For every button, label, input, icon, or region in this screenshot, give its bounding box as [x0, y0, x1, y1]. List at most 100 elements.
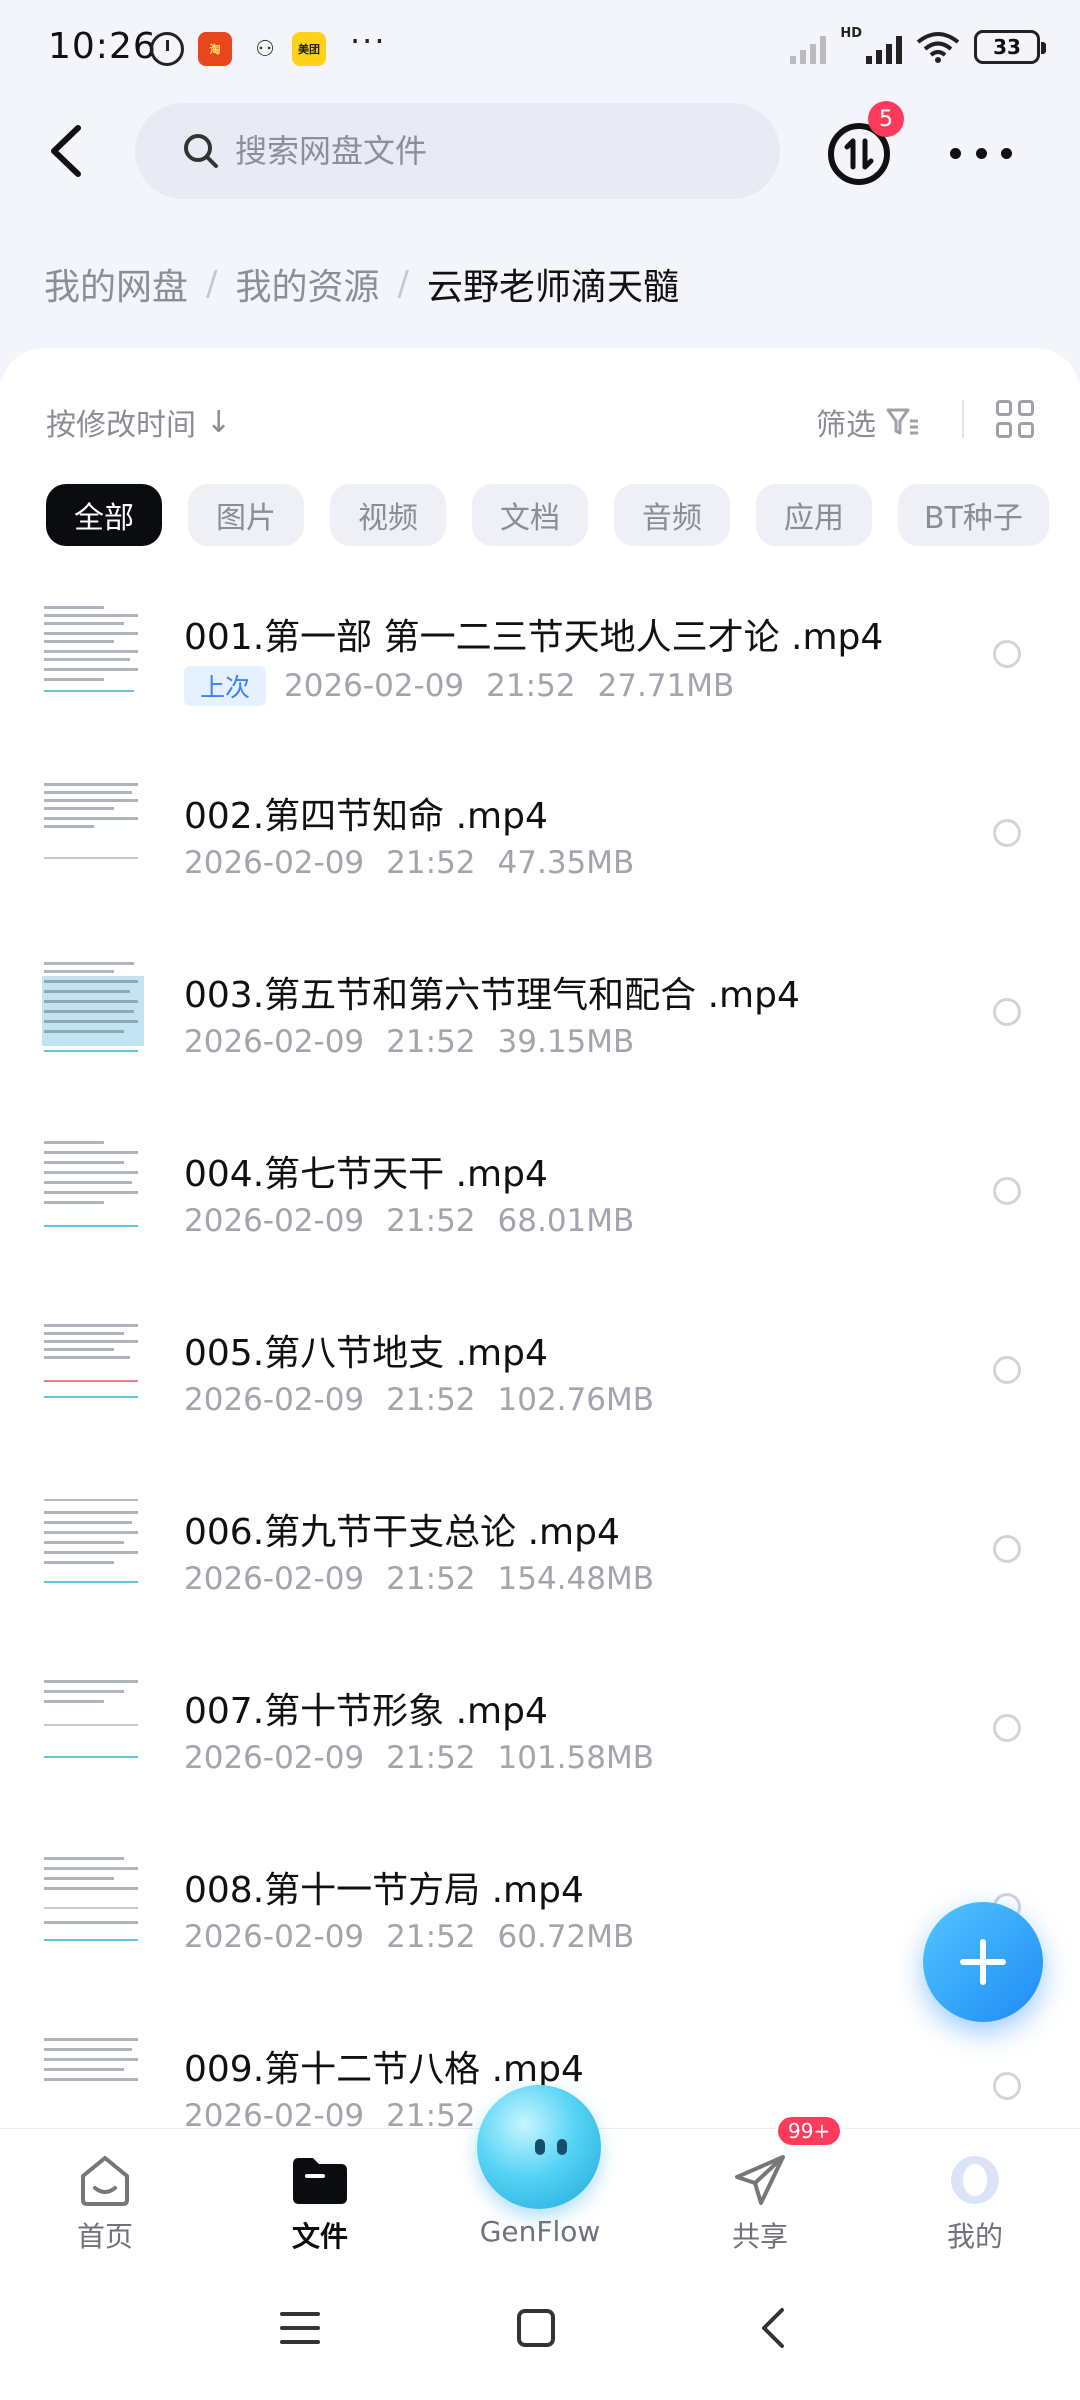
file-row[interactable]: 007.第十节形象 .mp4 2026-02-09 21:52 101.58MB: [0, 1644, 1080, 1823]
chip-audio[interactable]: 音频: [614, 484, 730, 546]
paper-plane-icon: [731, 2151, 789, 2209]
breadcrumb-separator: /: [206, 264, 218, 304]
last-viewed-tag: 上次: [184, 666, 266, 706]
chip-images[interactable]: 图片: [188, 484, 304, 546]
video-thumbnail: [42, 1851, 144, 1955]
alarm-icon: [150, 32, 184, 66]
chip-videos[interactable]: 视频: [330, 484, 446, 546]
video-thumbnail: [42, 1135, 144, 1239]
chevron-left-icon: [51, 125, 81, 177]
file-row[interactable]: 003.第五节和第六节理气和配合 .mp4 2026-02-09 21:52 3…: [0, 928, 1080, 1107]
file-list: 001.第一部 第一二三节天地人三才论 .mp4 上次 2026-02-09 2…: [0, 570, 1080, 2128]
file-meta: 2026-02-09 21:52 39.15MB: [184, 1024, 656, 1060]
file-size: 47.35MB: [497, 845, 635, 881]
file-time: 21:52: [386, 2098, 476, 2128]
file-row[interactable]: 002.第四节知命 .mp4 2026-02-09 21:52 47.35MB: [0, 749, 1080, 928]
folder-icon: [291, 2151, 349, 2209]
home-icon: [76, 2151, 134, 2209]
back-button[interactable]: [36, 121, 96, 181]
sort-button[interactable]: 按修改时间 ↓: [46, 400, 231, 444]
breadcrumb-my-drive[interactable]: 我的网盘: [44, 258, 188, 310]
select-radio[interactable]: [993, 2072, 1021, 2100]
menu-icon: [280, 2312, 320, 2344]
select-radio[interactable]: [993, 819, 1021, 847]
select-radio[interactable]: [993, 640, 1021, 668]
chip-all[interactable]: 全部: [46, 484, 162, 546]
nav-me[interactable]: 我的: [875, 2129, 1075, 2259]
video-thumbnail: [42, 1493, 144, 1597]
select-radio[interactable]: [993, 1714, 1021, 1742]
chip-documents[interactable]: 文档: [472, 484, 588, 546]
file-time: 21:52: [486, 668, 576, 704]
file-meta: 2026-02-09 21:52 68.01MB: [184, 1203, 656, 1239]
nav-home-label: 首页: [76, 2220, 133, 2253]
file-name: 007.第十节形象 .mp4: [184, 1691, 548, 1732]
search-icon: [184, 134, 218, 168]
status-time: 10:26: [48, 26, 157, 67]
file-time: 21:52: [386, 1024, 476, 1060]
file-row[interactable]: 005.第八节地支 .mp4 2026-02-09 21:52 102.76MB: [0, 1286, 1080, 1465]
file-row[interactable]: 001.第一部 第一二三节天地人三才论 .mp4 上次 2026-02-09 2…: [0, 570, 1080, 749]
signal-1-icon: [790, 30, 827, 64]
file-date: 2026-02-09: [184, 1919, 365, 1955]
file-date: 2026-02-09: [284, 668, 465, 704]
select-radio[interactable]: [993, 1356, 1021, 1384]
filter-label: 筛选: [816, 408, 876, 443]
genflow-mascot-icon[interactable]: [477, 2085, 601, 2209]
breadcrumb-current-folder: 云野老师滴天髓: [426, 267, 679, 308]
filter-button[interactable]: 筛选: [816, 400, 920, 444]
top-bar: 5: [0, 95, 1080, 215]
select-radio[interactable]: [993, 1177, 1021, 1205]
file-row[interactable]: 004.第七节天干 .mp4 2026-02-09 21:52 68.01MB: [0, 1107, 1080, 1286]
file-meta: 2026-02-09 21:52 60.72MB: [184, 1919, 656, 1955]
nav-files[interactable]: 文件: [220, 2129, 420, 2259]
more-options-button[interactable]: [950, 133, 1012, 173]
breadcrumb: 我的网盘 / 我的资源 / 云野老师滴天髓: [44, 258, 679, 310]
sort-label: 按修改时间: [46, 408, 196, 443]
nav-files-label: 文件: [291, 2220, 348, 2253]
file-name: 009.第十二节八格 .mp4: [184, 2049, 584, 2090]
file-time: 21:52: [386, 1919, 476, 1955]
file-meta: 2026-02-09 21:52 47.35MB: [184, 845, 656, 881]
file-panel: 按修改时间 ↓ 筛选 全部 图片 视频 文档 音频 应用 BT种子 001.第一…: [0, 348, 1080, 2128]
select-radio[interactable]: [993, 1535, 1021, 1563]
file-time: 21:52: [386, 1740, 476, 1776]
file-row[interactable]: 008.第十一节方局 .mp4 2026-02-09 21:52 60.72MB: [0, 1823, 1080, 2002]
home-system-button[interactable]: [506, 2298, 566, 2358]
search-bar[interactable]: [135, 103, 780, 199]
nav-home[interactable]: 首页: [5, 2129, 205, 2259]
toolbar-divider: [962, 400, 964, 438]
file-meta: 2026-02-09 21:52 101.58MB: [184, 1740, 676, 1776]
more-notifications-icon: ···: [350, 22, 387, 60]
file-size: 39.15MB: [497, 1024, 635, 1060]
add-button[interactable]: [923, 1902, 1043, 2022]
file-size: 60.72MB: [497, 1919, 635, 1955]
file-date: 2026-02-09: [184, 2098, 365, 2128]
file-time: 21:52: [386, 1203, 476, 1239]
file-date: 2026-02-09: [184, 1561, 365, 1597]
file-meta: 2026-02-09 21:52: [184, 2098, 520, 2128]
recent-apps-button[interactable]: [270, 2298, 330, 2358]
taobao-app-icon: 淘: [198, 32, 232, 66]
cloud-app-icon: ⚇: [255, 36, 275, 62]
signal-2-icon: [866, 30, 902, 64]
bottom-nav: 首页 文件 GenFlow 共享 99+ 我的: [0, 2085, 1080, 2259]
category-chips: 全部 图片 视频 文档 音频 应用 BT种子: [46, 484, 1049, 546]
nav-me-label: 我的: [946, 2220, 1003, 2253]
filter-icon: [886, 408, 918, 435]
meituan-app-icon: 美团: [292, 32, 326, 66]
file-date: 2026-02-09: [184, 845, 365, 881]
breadcrumb-my-resources[interactable]: 我的资源: [235, 258, 379, 310]
chip-bt-torrents[interactable]: BT种子: [898, 484, 1049, 546]
nav-share[interactable]: 共享: [660, 2129, 860, 2259]
grid-view-button[interactable]: [996, 400, 1034, 438]
select-radio[interactable]: [993, 998, 1021, 1026]
chip-apps[interactable]: 应用: [756, 484, 872, 546]
video-thumbnail: [42, 1672, 144, 1776]
search-input[interactable]: [235, 132, 715, 170]
nav-share-label: 共享: [731, 2220, 788, 2253]
battery-icon: 33: [974, 30, 1046, 64]
video-thumbnail: [42, 956, 144, 1060]
back-system-button[interactable]: [742, 2298, 802, 2358]
file-row[interactable]: 006.第九节干支总论 .mp4 2026-02-09 21:52 154.48…: [0, 1465, 1080, 1644]
